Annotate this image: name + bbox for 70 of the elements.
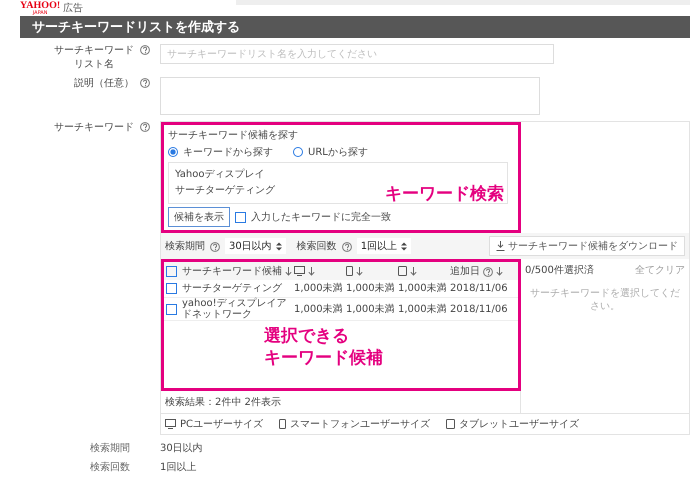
row-checkbox[interactable] <box>166 304 177 314</box>
summary-label: 検索期間 <box>89 442 131 455</box>
page-title: サーチキーワードリストを作成する <box>32 19 240 36</box>
monitor-icon <box>294 266 305 276</box>
help-icon[interactable] <box>140 45 150 55</box>
help-icon[interactable] <box>210 242 220 252</box>
table-cell-text: 1,000未満 <box>398 283 448 294</box>
checkbox[interactable] <box>235 212 246 222</box>
selected-count: 0/500件選択済 <box>525 264 594 277</box>
keyword-text: サーチターゲティング <box>175 184 275 197</box>
tablet-icon <box>446 419 456 429</box>
select-all-checkbox[interactable] <box>166 266 177 276</box>
radio-option[interactable]: URLから探す <box>293 145 368 159</box>
table-cell-text: yahoo!ディスプレイアドネットワーク <box>182 298 288 320</box>
annotation-text: キーワード検索 <box>385 183 504 206</box>
table-cell-text: 2018/11/06 <box>450 283 509 294</box>
filter-label: 検索期間 <box>165 240 205 253</box>
sort-arrow-icon[interactable] <box>285 266 292 276</box>
table-cell-text: 2018/11/06 <box>450 304 509 314</box>
field-label: サーチキーワード リスト名 <box>54 44 134 71</box>
table-cell-text: 1,000未満 <box>398 304 448 314</box>
radio-icon[interactable] <box>168 147 178 157</box>
help-icon[interactable] <box>483 266 493 276</box>
help-icon[interactable] <box>140 122 150 132</box>
show-candidates-button[interactable]: 候補を表示 <box>168 207 230 227</box>
sort-arrow-icon[interactable] <box>356 266 363 276</box>
smartphone-icon <box>279 419 286 429</box>
checkbox-label: 入力したキーワードに完全一致 <box>251 210 391 224</box>
row-checkbox[interactable] <box>166 283 177 294</box>
download-icon <box>496 241 505 251</box>
select-field[interactable]: 1回以上 <box>356 238 412 254</box>
help-icon[interactable] <box>342 242 352 252</box>
monitor-icon <box>165 419 176 429</box>
summary-label: 検索回数 <box>89 460 131 474</box>
table-cell-text: 1,000未満 <box>346 283 396 294</box>
tablet-icon <box>398 266 407 276</box>
radio-option[interactable]: キーワードから探す <box>168 145 273 159</box>
spinner-arrows-icon[interactable] <box>401 242 408 250</box>
column-header[interactable]: サーチキーワード候補 <box>182 264 282 278</box>
select-field[interactable]: 30日以内 <box>225 238 286 254</box>
summary-value: 1回以上 <box>160 460 196 474</box>
legend-label: PCユーザーサイズ <box>180 418 264 431</box>
list-name-field[interactable]: サーチキーワードリスト名を入力してください <box>160 44 554 64</box>
table-cell-text: サーチターゲティング <box>182 283 283 294</box>
annotation-text: 選択できる <box>264 325 350 348</box>
logo-label: 広告 <box>63 2 84 15</box>
radio-icon[interactable] <box>293 147 303 157</box>
section-title: サーチキーワード候補を探す <box>168 128 299 142</box>
legend-label: タブレットユーザーサイズ <box>459 418 580 431</box>
filter-label: 検索回数 <box>296 240 337 253</box>
annotation-text: キーワード候補 <box>264 347 384 370</box>
table-cell-text: 1,000未満 <box>346 304 396 314</box>
spinner-arrows-icon[interactable] <box>276 242 282 250</box>
column-header[interactable]: 追加日 <box>450 264 480 278</box>
table-cell-text: 1,000未満 <box>294 304 344 314</box>
summary-value: 30日以内 <box>160 442 203 455</box>
legend-label: スマートフォンユーザーサイズ <box>290 418 430 431</box>
keyword-text: Yahooディスプレイ <box>175 168 264 181</box>
empty-message: サーチキーワードを選択してください。 <box>529 287 681 314</box>
field-label: 説明（任意） <box>74 77 134 90</box>
description-field[interactable] <box>160 77 540 115</box>
download-button[interactable]: サーチキーワード候補をダウンロード <box>489 236 685 256</box>
results-count: 検索結果：2件中 2件表示 <box>165 397 281 408</box>
field-label: サーチキーワード <box>54 121 134 134</box>
sort-arrow-icon[interactable] <box>410 266 417 276</box>
table-cell-text: 1,000未満 <box>294 283 344 294</box>
smartphone-icon <box>346 266 353 276</box>
help-icon[interactable] <box>140 78 150 88</box>
sort-arrow-icon[interactable] <box>308 266 315 276</box>
sort-arrow-icon[interactable] <box>496 266 503 276</box>
